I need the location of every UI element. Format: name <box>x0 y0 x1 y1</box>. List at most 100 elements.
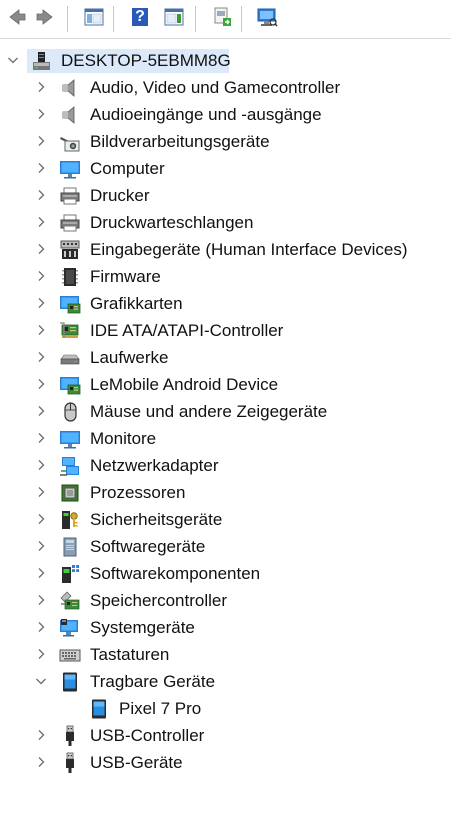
chevron-right-icon[interactable] <box>34 593 48 607</box>
chevron-right-icon[interactable] <box>34 215 48 229</box>
chevron-right-icon[interactable] <box>34 296 48 310</box>
tree-category-item[interactable]: Audioeingänge und -ausgänge <box>0 101 451 128</box>
forward-button[interactable] <box>34 7 58 31</box>
network-icon <box>59 455 81 477</box>
chevron-right-icon[interactable] <box>34 80 48 94</box>
scan-hardware-button[interactable] <box>255 7 279 31</box>
help-glyph: ? <box>135 7 145 25</box>
tree-category-label: Grafikkarten <box>90 294 183 313</box>
mouse-icon <box>59 401 81 423</box>
tree-category-label: Computer <box>90 159 165 178</box>
chip-icon <box>59 266 81 288</box>
tree-category-item[interactable]: Netzwerkadapter <box>0 452 451 479</box>
tree-category-label: Monitore <box>90 429 157 448</box>
tree-category-item[interactable]: Tragbare Geräte <box>0 668 451 695</box>
monitor-icon <box>59 428 81 450</box>
tree-category-item[interactable]: Eingabegeräte (Human Interface Devices) <box>0 236 451 263</box>
tree-category-item[interactable]: Firmware <box>0 263 451 290</box>
computer-tower-icon <box>30 50 52 72</box>
software-device-icon <box>59 536 81 558</box>
tree-category-label: Audioeingänge und -ausgänge <box>90 105 322 124</box>
chevron-down-icon[interactable] <box>34 674 48 688</box>
update-driver-icon <box>211 6 233 33</box>
disk-drive-icon <box>59 347 81 369</box>
monitor-icon <box>59 158 81 180</box>
tree-category-item[interactable]: Audio, Video und Gamecontroller <box>0 74 451 101</box>
tree-category-item[interactable]: IDE ATA/ATAPI-Controller <box>0 317 451 344</box>
tree-category-item[interactable]: Monitore <box>0 425 451 452</box>
tree-category-item[interactable]: Drucker <box>0 182 451 209</box>
display-adapter-icon <box>59 374 81 396</box>
show-hide-console-tree-button[interactable] <box>82 7 106 31</box>
arrow-right-icon <box>35 6 57 33</box>
tree-category-label: IDE ATA/ATAPI-Controller <box>90 321 284 340</box>
tree-category-label: Speichercontroller <box>90 591 228 610</box>
usb-icon <box>59 725 81 747</box>
tree-category-label: USB-Controller <box>90 726 205 745</box>
tree-category-label: Sicherheitsgeräte <box>90 510 223 529</box>
tree-category-item[interactable]: Computer <box>0 155 451 182</box>
help-icon: ? <box>129 6 151 33</box>
tree-category-item[interactable]: USB-Controller <box>0 722 451 749</box>
tree-category-label: Tragbare Geräte <box>90 672 216 691</box>
tree-category-item[interactable]: Softwaregeräte <box>0 533 451 560</box>
tree-category-item[interactable]: Grafikkarten <box>0 290 451 317</box>
storage-controller-icon <box>59 590 81 612</box>
toolbar-separator <box>67 6 68 32</box>
tree-category-item[interactable]: Speichercontroller <box>0 587 451 614</box>
chevron-right-icon[interactable] <box>34 620 48 634</box>
chevron-right-icon[interactable] <box>34 404 48 418</box>
chevron-right-icon[interactable] <box>34 377 48 391</box>
tree-category-item[interactable]: Laufwerke <box>0 344 451 371</box>
chevron-right-icon[interactable] <box>34 188 48 202</box>
tree-category-item[interactable]: Druckwarteschlangen <box>0 209 451 236</box>
chevron-right-icon[interactable] <box>34 134 48 148</box>
update-driver-button[interactable] <box>210 7 234 31</box>
tree-category-item[interactable]: USB-Geräte <box>0 749 451 776</box>
chevron-right-icon[interactable] <box>34 512 48 526</box>
tree-category-item[interactable]: Systemgeräte <box>0 614 451 641</box>
chevron-right-icon[interactable] <box>34 242 48 256</box>
tree-root-node[interactable]: DESKTOP-5EBMM8G <box>0 47 451 74</box>
controller-card-icon <box>59 320 81 342</box>
keyboard-icon <box>59 644 81 666</box>
chevron-right-icon[interactable] <box>34 539 48 553</box>
chevron-right-icon[interactable] <box>34 107 48 121</box>
tree-root-label: DESKTOP-5EBMM8G <box>61 51 231 70</box>
show-hide-action-pane-button[interactable] <box>162 7 186 31</box>
tree-category-item[interactable]: Softwarekomponenten <box>0 560 451 587</box>
tree-category-label: USB-Geräte <box>90 753 183 772</box>
chevron-right-icon[interactable] <box>34 485 48 499</box>
speaker-icon <box>59 77 81 99</box>
tree-category-label: Druckwarteschlangen <box>90 213 254 232</box>
chevron-right-icon[interactable] <box>34 161 48 175</box>
chevron-right-icon[interactable] <box>34 755 48 769</box>
tree-category-item[interactable]: Mäuse und andere Zeigegeräte <box>0 398 451 425</box>
processor-icon <box>59 482 81 504</box>
tree-category-item[interactable]: Bildverarbeitungsgeräte <box>0 128 451 155</box>
tree-category-label: Drucker <box>90 186 150 205</box>
chevron-down-icon[interactable] <box>6 53 20 67</box>
chevron-right-icon[interactable] <box>34 647 48 661</box>
help-button[interactable]: ? <box>128 7 152 31</box>
tree-category-item[interactable]: Prozessoren <box>0 479 451 506</box>
chevron-right-icon[interactable] <box>34 350 48 364</box>
chevron-right-icon[interactable] <box>34 269 48 283</box>
security-key-icon <box>59 509 81 531</box>
tree-category-item[interactable]: Tastaturen <box>0 641 451 668</box>
usb-icon <box>59 752 81 774</box>
back-button[interactable] <box>4 7 28 31</box>
tree-category-item[interactable]: LeMobile Android Device <box>0 371 451 398</box>
chevron-right-icon[interactable] <box>34 728 48 742</box>
chevron-right-icon[interactable] <box>34 458 48 472</box>
software-component-icon <box>59 563 81 585</box>
tree-category-label: Softwarekomponenten <box>90 564 261 583</box>
tree-category-label: Audio, Video und Gamecontroller <box>90 78 341 97</box>
toolbar-separator <box>241 6 242 32</box>
chevron-right-icon[interactable] <box>34 323 48 337</box>
chevron-right-icon[interactable] <box>34 566 48 580</box>
tree-category-item[interactable]: Sicherheitsgeräte <box>0 506 451 533</box>
chevron-right-icon[interactable] <box>34 431 48 445</box>
portable-device-icon <box>59 671 81 693</box>
tree-device-item[interactable]: Pixel 7 Pro <box>0 695 451 722</box>
